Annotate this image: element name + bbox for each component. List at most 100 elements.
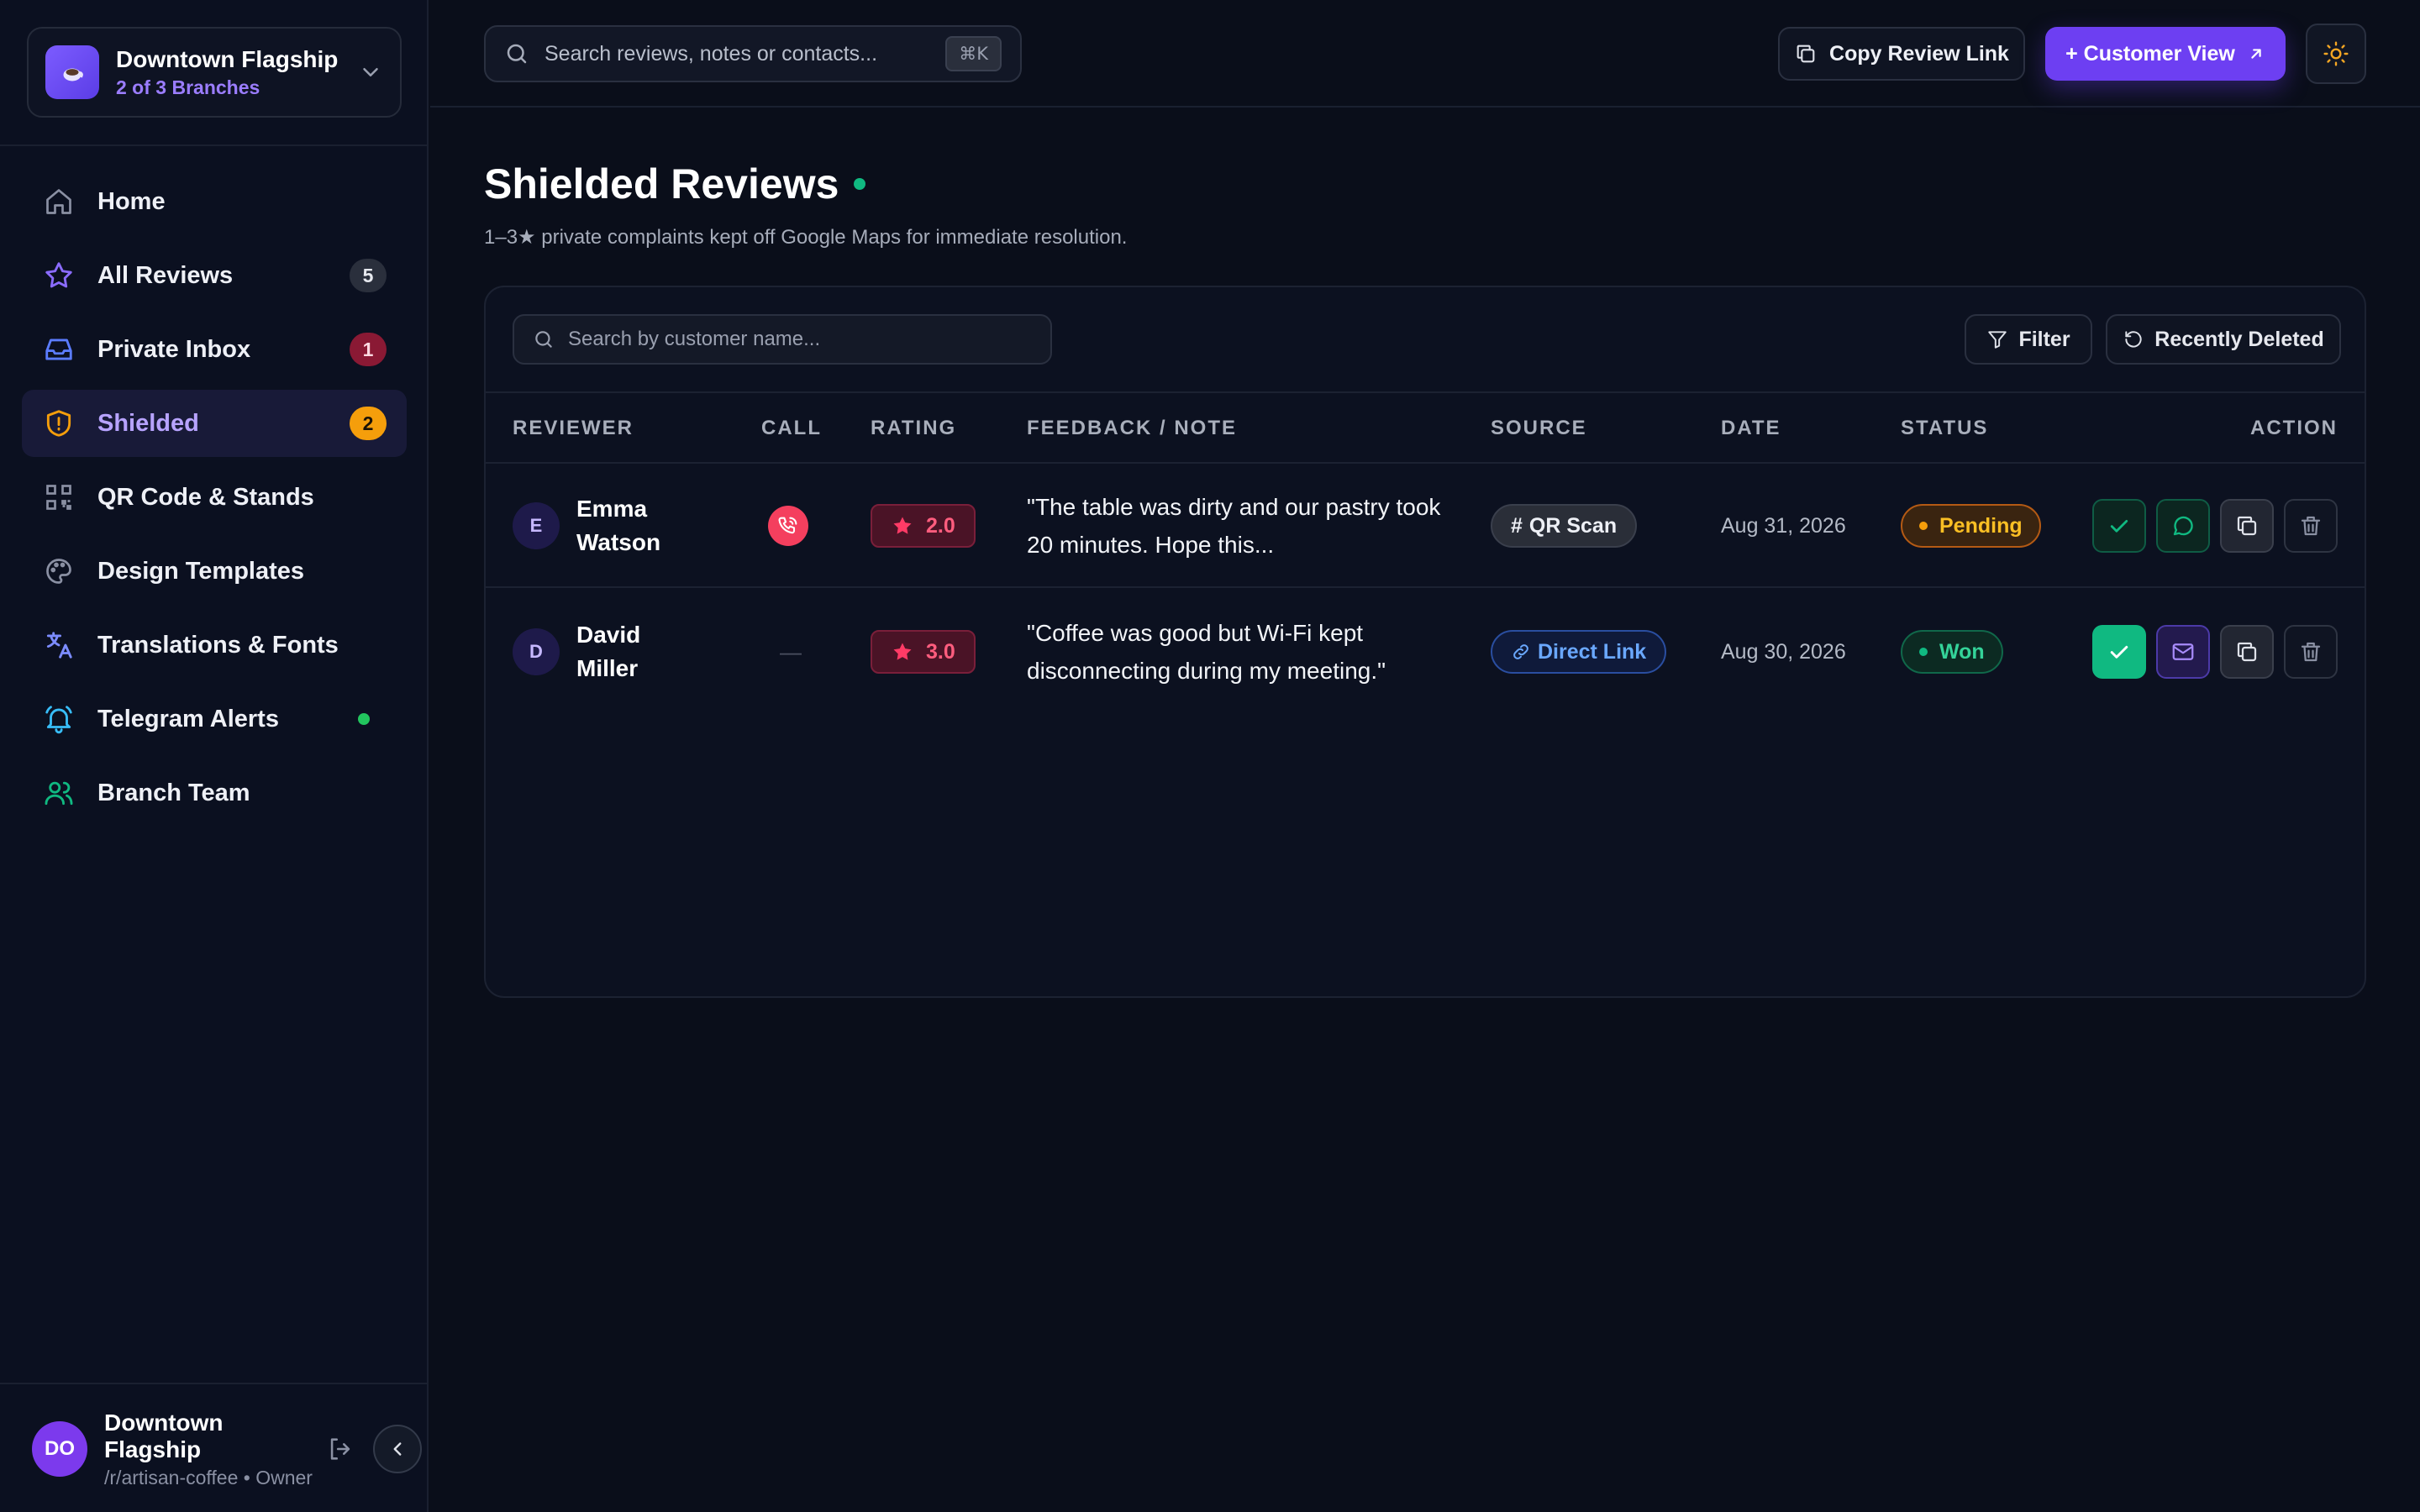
column-header-date[interactable]: DATE xyxy=(1721,417,1781,440)
inbox-icon xyxy=(42,333,76,366)
sidebar-item-shielded[interactable]: Shielded 2 xyxy=(22,390,407,457)
sun-icon xyxy=(2323,41,2349,66)
status-dot xyxy=(1919,648,1928,656)
rating-badge: 2.0 xyxy=(871,504,976,548)
sidebar-item-label: Home xyxy=(97,187,166,215)
reviewer-name: David Miller xyxy=(576,622,641,681)
feedback-text: "Coffee was good but Wi-Fi kept disconne… xyxy=(1027,620,1386,684)
copy-icon xyxy=(1797,45,1815,63)
topbar: Search reviews, notes or contacts... ⌘K … xyxy=(430,0,2420,108)
table-header: REVIEWER CALL RATING FEEDBACK / NOTE SOU… xyxy=(486,391,2365,464)
mail-icon xyxy=(2172,643,2194,660)
sidebar-item-label: Private Inbox xyxy=(97,335,251,363)
user-role: /r/artisan-coffee • Owner xyxy=(104,1466,313,1488)
check-icon xyxy=(2110,645,2128,659)
feedback-text: "The table was dirty and our pastry took… xyxy=(1027,494,1441,558)
chevron-down-icon xyxy=(363,68,378,76)
sidebar-item-label: Design Templates xyxy=(97,557,305,585)
languages-icon xyxy=(42,628,76,662)
column-header-rating[interactable]: RATING xyxy=(871,417,956,440)
global-search-input[interactable]: Search reviews, notes or contacts... ⌘K xyxy=(484,25,1022,82)
review-date: Aug 30, 2026 xyxy=(1721,639,1846,664)
sidebar-item-branch-team[interactable]: Branch Team xyxy=(22,759,407,827)
user-profile: DO Downtown Flagship /r/artisan-coffee •… xyxy=(32,1410,422,1488)
check-icon xyxy=(2110,520,2128,533)
delete-button[interactable] xyxy=(2284,625,2338,679)
logout-icon[interactable] xyxy=(326,1435,355,1463)
qr-code-icon xyxy=(42,480,76,514)
source-badge: # QR Scan xyxy=(1491,504,1638,548)
sidebar-item-private-inbox[interactable]: Private Inbox 1 xyxy=(22,316,407,383)
rating-badge: 3.0 xyxy=(871,630,976,674)
filter-icon xyxy=(1988,331,2007,349)
home-icon xyxy=(42,185,76,218)
star-icon xyxy=(42,259,76,292)
theme-toggle-button[interactable] xyxy=(2306,24,2366,84)
sidebar-footer-divider xyxy=(0,1383,429,1384)
review-date: Aug 31, 2026 xyxy=(1721,513,1846,538)
sidebar-item-label: Branch Team xyxy=(97,779,250,806)
recently-deleted-button[interactable]: Recently Deleted xyxy=(2106,314,2341,365)
reviewer-name: Emma Watson xyxy=(576,496,661,555)
email-button[interactable] xyxy=(2156,625,2210,679)
live-status-dot xyxy=(854,178,866,190)
sidebar-item-label: QR Code & Stands xyxy=(97,483,314,511)
column-header-source[interactable]: SOURCE xyxy=(1491,417,1587,440)
sidebar-item-design-templates[interactable]: Design Templates xyxy=(22,538,407,605)
source-badge: Direct Link xyxy=(1491,630,1667,674)
table-row[interactable]: D David Miller — 3.0 "Coffee was good bu… xyxy=(486,590,2365,714)
copy-review-link-button[interactable]: Copy Review Link xyxy=(1778,27,2025,81)
search-placeholder: Search reviews, notes or contacts... xyxy=(544,41,878,66)
customer-search-input[interactable]: Search by customer name... xyxy=(513,314,1052,365)
collapse-sidebar-button[interactable] xyxy=(373,1425,422,1473)
search-placeholder: Search by customer name... xyxy=(568,328,821,350)
message-button[interactable] xyxy=(2156,499,2210,553)
resolve-button[interactable] xyxy=(2092,499,2146,553)
column-header-status[interactable]: STATUS xyxy=(1901,417,1988,440)
phone-call-icon[interactable] xyxy=(768,506,808,546)
reviews-panel: Search by customer name... Filter Recent… xyxy=(484,286,2366,998)
sidebar-item-translations[interactable]: Translations & Fonts xyxy=(22,612,407,679)
shortcut-hint: ⌘K xyxy=(945,36,1002,71)
branch-count: 2 of 3 Branches xyxy=(116,76,260,98)
user-name: Downtown Flagship xyxy=(104,1409,224,1462)
copy-icon xyxy=(2237,516,2257,536)
copy-button[interactable] xyxy=(2220,625,2274,679)
customer-view-button[interactable]: + Customer View xyxy=(2045,27,2286,81)
column-header-feedback[interactable]: FEEDBACK / NOTE xyxy=(1027,417,1237,440)
count-badge: 5 xyxy=(350,259,387,292)
delete-button[interactable] xyxy=(2284,499,2338,553)
palette-icon xyxy=(42,554,76,588)
star-filled-icon xyxy=(893,517,912,534)
column-header-reviewer[interactable]: REVIEWER xyxy=(513,417,634,440)
sidebar-item-all-reviews[interactable]: All Reviews 5 xyxy=(22,242,407,309)
column-header-call[interactable]: CALL xyxy=(761,417,822,440)
external-arrow-icon xyxy=(2251,49,2261,59)
sidebar-item-label: Translations & Fonts xyxy=(97,631,339,659)
table-row[interactable]: E Emma Watson 2.0 "The table was dirty a… xyxy=(486,464,2365,588)
resolve-button[interactable] xyxy=(2092,625,2146,679)
sidebar-item-telegram-alerts[interactable]: Telegram Alerts xyxy=(22,685,407,753)
sidebar-divider xyxy=(0,144,429,146)
coffee-cup-icon xyxy=(45,45,99,99)
link-icon xyxy=(1513,644,1528,659)
sidebar-item-home[interactable]: Home xyxy=(22,168,407,235)
avatar[interactable]: DO xyxy=(32,1421,87,1477)
trash-icon xyxy=(2301,516,2321,536)
sidebar-item-qr-code[interactable]: QR Code & Stands xyxy=(22,464,407,531)
status-badge: Won xyxy=(1901,630,2003,674)
avatar: E xyxy=(513,502,560,549)
shield-alert-icon xyxy=(42,407,76,440)
copy-button[interactable] xyxy=(2220,499,2274,553)
filter-button[interactable]: Filter xyxy=(1965,314,2092,365)
trash-icon xyxy=(2301,642,2321,662)
page-header: Shielded Reviews 1–3★ private complaints… xyxy=(484,160,1127,249)
branch-switcher[interactable]: Downtown Flagship 2 of 3 Branches xyxy=(27,27,402,118)
avatar: D xyxy=(513,628,560,675)
column-header-action: ACTION xyxy=(2250,417,2338,439)
sidebar-nav: Home All Reviews 5 Private Inbox 1 Shiel… xyxy=(22,168,407,833)
sidebar: Downtown Flagship 2 of 3 Branches Home A… xyxy=(0,0,429,1512)
count-badge: 2 xyxy=(350,407,387,440)
sidebar-item-label: Shielded xyxy=(97,409,199,437)
sidebar-item-label: All Reviews xyxy=(97,261,234,289)
